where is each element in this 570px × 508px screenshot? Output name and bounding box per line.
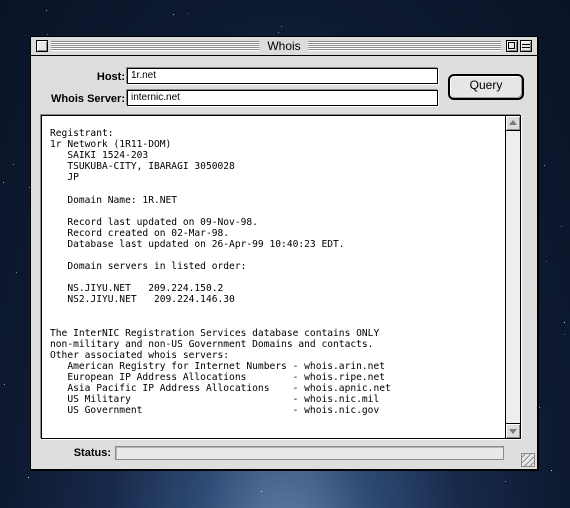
whois-server-label: Whois Server: (51, 93, 125, 105)
result-line: Domain servers in listed order: (50, 261, 247, 273)
star (28, 477, 29, 478)
result-line: NS.JIYU.NET 209.224.150.2 (50, 283, 224, 295)
scroll-down-arrow-icon[interactable] (506, 423, 520, 438)
result-line: Other associated whois servers: (50, 349, 230, 361)
star (278, 32, 279, 33)
star (173, 14, 174, 15)
host-label: Host: (96, 71, 125, 83)
star (505, 481, 506, 482)
title-bar[interactable]: Whois (31, 37, 537, 56)
result-line: Record last updated on 09-Nov-98. (50, 216, 258, 228)
close-box-icon[interactable] (36, 40, 48, 52)
result-line: NS2.JIYU.NET 209.224.146.30 (50, 294, 235, 306)
whois-result-text: Registrant: 1r Network (1R11-DOM) SAIKI … (50, 128, 502, 434)
star (3, 182, 4, 183)
result-line: Domain Name: 1R.NET (50, 194, 178, 206)
star (539, 407, 540, 408)
result-line: The InterNIC Registration Services datab… (50, 327, 380, 339)
result-line: Record created on 02-Mar-98. (50, 227, 230, 239)
result-line: Asia Pacific IP Address Allocations - wh… (50, 383, 391, 395)
result-line: US Military - whois.nic.mil (50, 394, 380, 406)
result-line: SAIKI 1524-203 (50, 150, 149, 162)
status-label: Status: (73, 447, 111, 459)
window-title: Whois (259, 38, 309, 54)
star (188, 13, 189, 14)
result-line: Database last updated on 26-Apr-99 10:40… (50, 238, 345, 250)
query-button[interactable]: Query (448, 74, 524, 100)
whois-window: Whois Host: 1r.net Whois Server: interni… (30, 36, 538, 470)
status-field (115, 446, 504, 460)
zoom-box-icon[interactable] (506, 40, 518, 52)
star (4, 384, 5, 385)
result-line: non-military and non-US Government Domai… (50, 338, 374, 350)
star (544, 165, 545, 166)
result-line: TSUKUBA-CITY, IBARAGI 3050028 (50, 161, 235, 173)
star (261, 491, 262, 492)
star (47, 34, 48, 35)
result-line: US Government - whois.nic.gov (50, 405, 380, 417)
scroll-up-arrow-icon[interactable] (506, 116, 520, 131)
resize-grip-icon[interactable] (521, 453, 535, 467)
result-line: European IP Address Allocations - whois.… (50, 372, 386, 384)
star (13, 164, 14, 165)
star (546, 261, 547, 262)
result-line: 1r Network (1R11-DOM) (50, 139, 172, 151)
star (46, 10, 47, 11)
result-line: American Registry for Internet Numbers -… (50, 360, 386, 372)
star (564, 334, 565, 335)
result-line: Registrant: (50, 128, 114, 139)
whois-server-input[interactable]: internic.net (127, 90, 438, 106)
star (16, 272, 17, 273)
star (561, 226, 562, 227)
host-input[interactable]: 1r.net (127, 68, 438, 84)
vertical-scrollbar[interactable] (505, 116, 520, 438)
star (45, 470, 46, 471)
whois-result-area[interactable]: Registrant: 1r Network (1R11-DOM) SAIKI … (41, 115, 521, 439)
collapse-box-icon[interactable] (520, 40, 532, 52)
star (281, 26, 282, 27)
star (551, 470, 552, 471)
result-line: JP (50, 172, 79, 184)
star (564, 322, 565, 323)
